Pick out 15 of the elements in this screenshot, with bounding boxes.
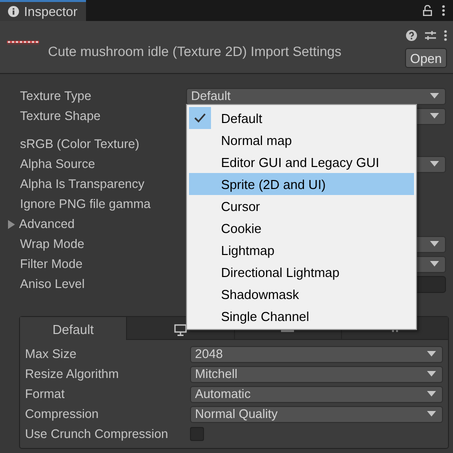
property-label: Aniso Level bbox=[20, 277, 86, 291]
property-label: Texture Shape bbox=[20, 109, 102, 123]
setting-label: Max Size bbox=[25, 347, 78, 361]
property-label: sRGB (Color Texture) bbox=[20, 137, 140, 151]
setting-label: Compression bbox=[25, 407, 100, 421]
property-label: Wrap Mode bbox=[20, 237, 86, 251]
inspector-title: Cute mushroom idle (Texture 2D) Import Settings bbox=[48, 44, 342, 59]
property-label: Filter Mode bbox=[20, 257, 84, 271]
setting-label: Resize Algorithm bbox=[25, 367, 120, 381]
property-label: Ignore PNG file gamma bbox=[20, 197, 152, 211]
setting-label: Format bbox=[25, 387, 66, 401]
property-label: Texture Type bbox=[20, 89, 92, 103]
setting-label: Use Crunch Compression bbox=[25, 427, 170, 441]
property-label: Alpha Is Transparency bbox=[20, 177, 146, 191]
property-label: Alpha Source bbox=[20, 157, 96, 171]
